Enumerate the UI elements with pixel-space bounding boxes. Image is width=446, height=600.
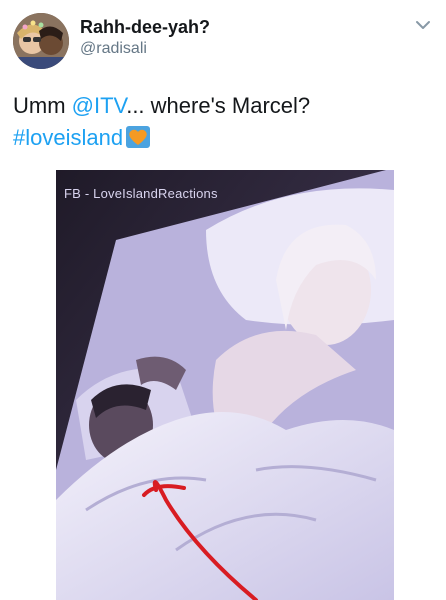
mention-link[interactable]: @ITV xyxy=(72,93,127,118)
tweet-media-photo[interactable]: FB - LoveIslandReactions xyxy=(56,170,394,600)
orange-heart-emoji-icon xyxy=(126,125,151,148)
display-name[interactable]: Rahh-dee-yah? xyxy=(80,17,210,38)
tweet-text: Umm @ITV... where's Marcel? #loveisland xyxy=(13,90,433,154)
media-watermark: FB - LoveIslandReactions xyxy=(64,186,218,201)
tweet-text-prefix: Umm xyxy=(13,93,72,118)
user-handle[interactable]: @radisali xyxy=(80,40,147,58)
hashtag-link[interactable]: #loveisland xyxy=(13,125,123,150)
tweet-header: Rahh-dee-yah? @radisali xyxy=(0,0,446,70)
avatar[interactable] xyxy=(13,13,69,69)
chevron-down-icon[interactable] xyxy=(414,16,432,34)
tweet-text-middle: ... where's Marcel? xyxy=(126,93,311,118)
